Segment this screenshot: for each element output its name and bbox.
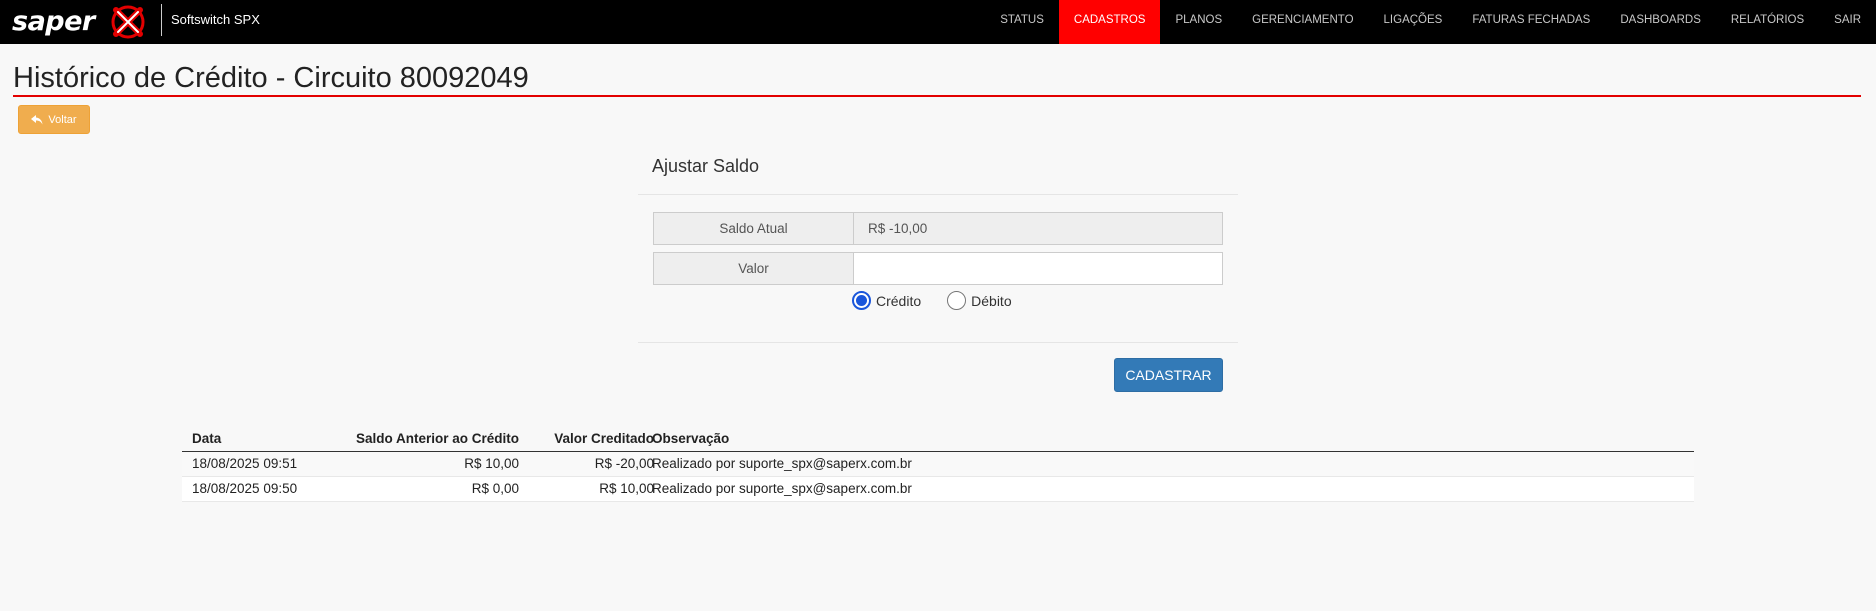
- nav-item-sair[interactable]: SAIR: [1819, 0, 1876, 44]
- nav-item-status[interactable]: STATUS: [985, 0, 1059, 44]
- nav-item-gerenciamento[interactable]: GERENCIAMENTO: [1237, 0, 1368, 44]
- form-divider-bottom: [638, 342, 1238, 343]
- top-navbar: saper Softswitch SPX STATUS CADASTROS PL…: [0, 0, 1876, 44]
- brand-divider: [161, 4, 162, 36]
- nav-item-relatorios[interactable]: RELATÓRIOS: [1716, 0, 1819, 44]
- cell-previous-balance: R$ 10,00: [464, 456, 519, 471]
- app-subtitle: Softswitch SPX: [171, 12, 260, 27]
- main-nav: STATUS CADASTROS PLANOS GERENCIAMENTO LI…: [985, 0, 1876, 44]
- form-divider-top: [638, 194, 1238, 195]
- back-button-label: Voltar: [48, 113, 77, 126]
- table-row: 18/08/2025 09:50 R$ 0,00 R$ 10,00 Realiz…: [182, 477, 1694, 502]
- cell-note: Realizado por suporte_spx@saperx.com.br: [652, 456, 912, 471]
- cell-date: 18/08/2025 09:51: [192, 456, 298, 471]
- nav-item-dashboards[interactable]: DASHBOARDS: [1605, 0, 1716, 44]
- logo-wordmark: saper: [12, 6, 95, 37]
- cell-previous-balance: R$ 0,00: [471, 481, 519, 496]
- col-header-amount: Valor Creditado: [554, 431, 654, 446]
- col-header-note: Observação: [652, 431, 730, 446]
- amount-label: Valor: [653, 252, 853, 285]
- radio-credit[interactable]: Crédito: [852, 291, 921, 310]
- form-title: Ajustar Saldo: [652, 156, 760, 176]
- page-title: Histórico de Crédito - Circuito 80092049: [13, 62, 529, 94]
- cell-amount: R$ -20,00: [594, 456, 654, 471]
- balance-label: Saldo Atual: [653, 212, 853, 245]
- cell-amount: R$ 10,00: [599, 481, 654, 496]
- back-button[interactable]: Voltar: [18, 105, 90, 134]
- balance-field: R$ -10,00: [853, 212, 1223, 245]
- radio-credit-circle[interactable]: [852, 291, 871, 310]
- radio-debit[interactable]: Débito: [947, 291, 1012, 310]
- radio-debit-label: Débito: [971, 292, 1012, 309]
- radio-credit-label: Crédito: [876, 292, 922, 309]
- table-row: 18/08/2025 09:51 R$ 10,00 R$ -20,00 Real…: [182, 452, 1694, 477]
- table-header: Data Saldo Anterior ao Crédito Valor Cre…: [182, 426, 1694, 452]
- cell-date: 18/08/2025 09:50: [192, 481, 298, 496]
- credit-history-table: Data Saldo Anterior ao Crédito Valor Cre…: [182, 426, 1694, 502]
- nav-item-ligacoes[interactable]: LIGAÇÕES: [1369, 0, 1458, 44]
- brand-logo[interactable]: saper: [12, 0, 152, 44]
- nav-item-faturas-fechadas[interactable]: FATURAS FECHADAS: [1457, 0, 1605, 44]
- nav-item-planos[interactable]: PLANOS: [1160, 0, 1237, 44]
- credit-debit-radio-group: Crédito Débito: [852, 291, 1012, 310]
- title-divider: [13, 95, 1861, 97]
- reply-icon: [31, 114, 43, 124]
- radio-debit-circle[interactable]: [947, 291, 967, 310]
- amount-input[interactable]: [853, 252, 1223, 285]
- col-header-previous-balance: Saldo Anterior ao Crédito: [355, 431, 519, 446]
- cell-note: Realizado por suporte_spx@saperx.com.br: [652, 481, 912, 496]
- col-header-date: Data: [192, 431, 222, 446]
- nav-item-cadastros[interactable]: CADASTROS: [1058, 0, 1161, 44]
- submit-button[interactable]: CADASTRAR: [1114, 358, 1223, 392]
- logo-x-icon: [111, 5, 145, 39]
